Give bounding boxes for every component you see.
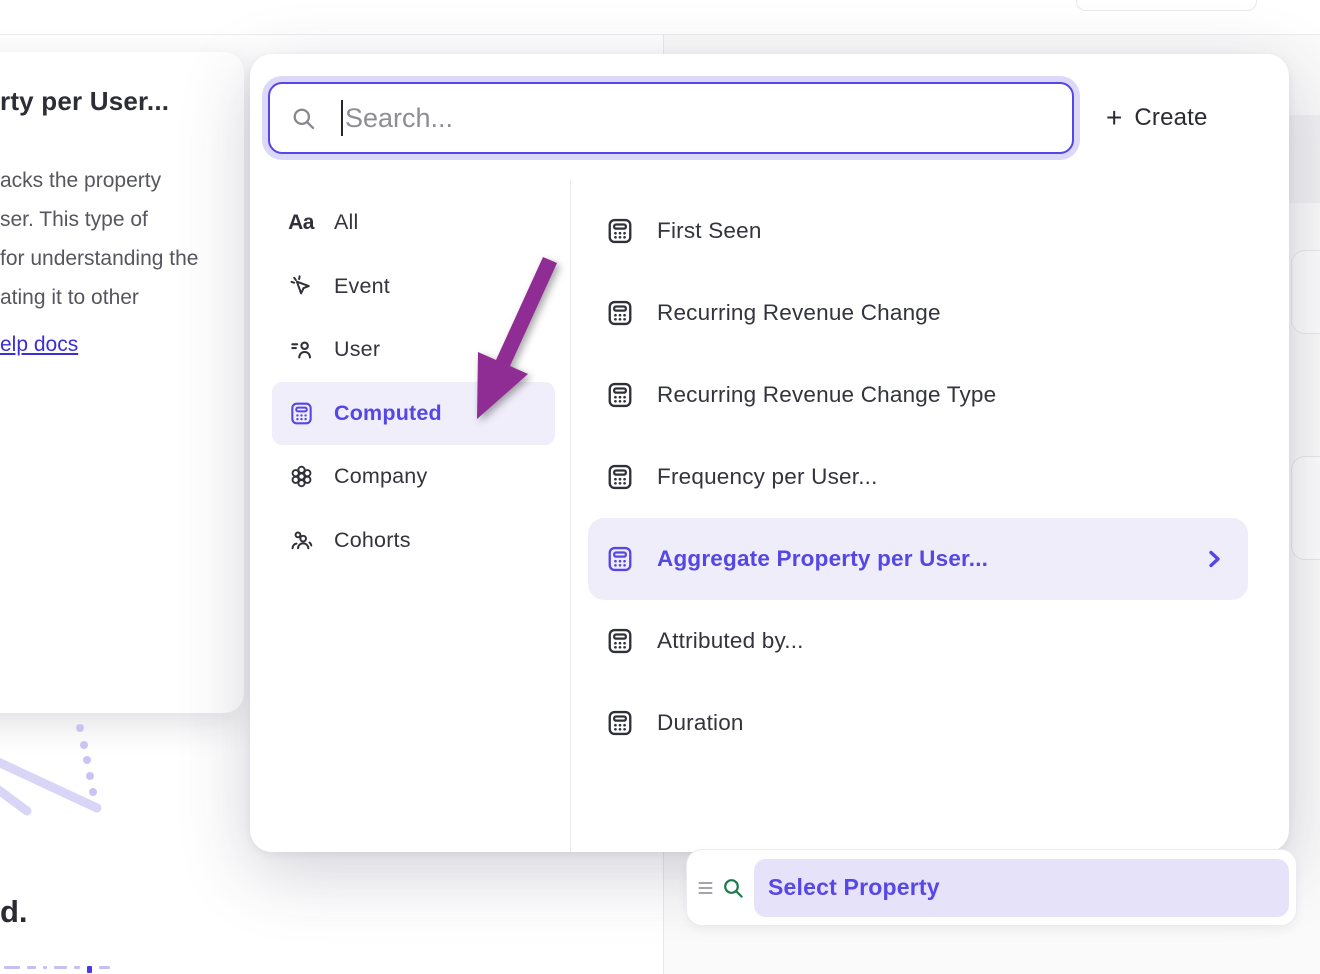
property-picker-modal: + Create Aa All Event User Computed Company Co… — [250, 54, 1289, 852]
category-label: Cohorts — [334, 528, 411, 553]
cohorts-icon — [288, 527, 314, 553]
plus-icon: + — [1106, 104, 1122, 132]
result-label: Recurring Revenue Change — [657, 300, 941, 326]
empty-state-illustration — [0, 718, 130, 818]
result-label: Aggregate Property per User... — [657, 546, 988, 572]
result-label: Attributed by... — [657, 628, 804, 654]
result-item[interactable]: Frequency per User... — [588, 436, 1248, 518]
category-label: Company — [334, 464, 427, 489]
category-cohorts[interactable]: Cohorts — [272, 509, 555, 573]
result-item[interactable]: Attributed by... — [588, 600, 1248, 682]
select-property-pill[interactable]: Select Property — [754, 859, 1289, 917]
calculator-icon — [606, 627, 634, 655]
background-card-edge — [1291, 250, 1320, 334]
clipped-link-fragment — [4, 966, 117, 974]
result-label: Duration — [657, 710, 744, 736]
calculator-icon — [606, 381, 634, 409]
result-item[interactable]: Recurring Revenue Change Type — [588, 354, 1248, 436]
drag-handle-icon[interactable] — [698, 880, 713, 896]
picker-column-divider — [570, 180, 571, 852]
calculator-icon — [606, 545, 634, 573]
tooltip-description: acks the property ser. This type of for … — [0, 161, 244, 364]
category-user[interactable]: User — [272, 318, 555, 382]
search-input[interactable] — [345, 84, 1072, 152]
category-label: Computed — [334, 401, 442, 426]
tooltip-line: ating it to other — [0, 278, 244, 317]
category-list: Aa All Event User Computed Company Cohorts — [272, 191, 555, 572]
category-label: User — [334, 337, 380, 362]
create-button[interactable]: + Create — [1106, 96, 1256, 140]
result-label: Recurring Revenue Change Type — [657, 382, 996, 408]
result-item[interactable]: Recurring Revenue Change — [588, 272, 1248, 354]
calculator-icon — [606, 709, 634, 737]
company-icon — [288, 464, 314, 490]
text-caret — [341, 100, 343, 136]
tooltip-title: rty per User... — [0, 86, 244, 117]
empty-state-heading-fragment: d. — [0, 894, 28, 930]
result-item[interactable]: Duration — [588, 682, 1248, 764]
calculator-icon — [606, 463, 634, 491]
user-icon — [288, 337, 314, 363]
category-company[interactable]: Company — [272, 445, 555, 509]
result-item[interactable]: First Seen — [588, 190, 1248, 272]
category-label: All — [334, 210, 359, 235]
calculator-icon — [606, 217, 634, 245]
toolbar-button-fragment[interactable] — [1076, 0, 1257, 11]
result-item[interactable]: Aggregate Property per User... — [588, 518, 1248, 600]
search-focus-ring — [262, 76, 1080, 160]
tooltip-line: acks the property — [0, 161, 244, 200]
tooltip-line: for understanding the — [0, 239, 244, 278]
aa-icon: Aa — [288, 210, 314, 236]
select-property-label: Select Property — [768, 874, 940, 901]
category-all[interactable]: Aa All — [272, 191, 555, 255]
search-field[interactable] — [268, 82, 1074, 154]
calculator-icon — [288, 400, 314, 426]
tooltip-line: ser. This type of — [0, 200, 244, 239]
result-label: Frequency per User... — [657, 464, 878, 490]
search-icon — [290, 105, 317, 132]
green-magnifier-icon — [721, 876, 745, 900]
screen: rty per User... acks the property ser. T… — [0, 0, 1320, 974]
result-label: First Seen — [657, 218, 762, 244]
event-icon — [288, 273, 314, 299]
chevron-right-icon — [1202, 547, 1226, 571]
property-selector-row: Select Property — [686, 849, 1297, 926]
category-event[interactable]: Event — [272, 255, 555, 319]
results-list: First Seen Recurring Revenue Change Recurr… — [588, 190, 1248, 764]
calculator-icon — [606, 299, 634, 327]
category-label: Event — [334, 274, 390, 299]
background-card-edge — [1291, 456, 1320, 560]
property-tooltip-card: rty per User... acks the property ser. T… — [0, 52, 244, 713]
category-computed[interactable]: Computed — [272, 382, 555, 446]
help-docs-link[interactable]: elp docs — [0, 325, 78, 364]
